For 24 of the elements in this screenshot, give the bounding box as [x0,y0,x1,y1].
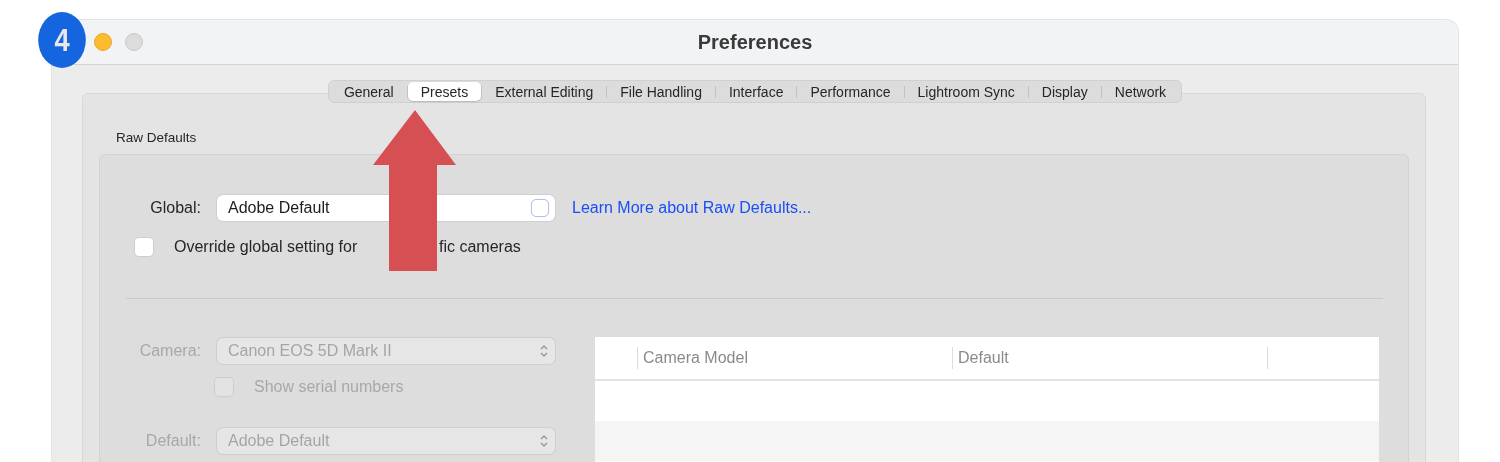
checkbox[interactable] [135,238,153,256]
window-title: Preferences [697,30,813,53]
chevron-updown-icon [539,344,549,358]
column-header[interactable]: Default [952,347,1267,369]
checkbox-label: Override global setting for [174,238,358,256]
tab[interactable]: External Editing [482,82,607,101]
tab[interactable]: Lightroom Sync [904,82,1028,101]
zoom-icon[interactable] [125,33,143,51]
tab[interactable]: Presets [407,82,482,101]
section-title: Raw Defaults [116,130,198,145]
tab[interactable]: File Handling [607,82,715,101]
learn-more-link[interactable]: Learn More about Raw Defaults... [572,199,812,217]
tab[interactable]: Display [1028,82,1101,101]
column-header[interactable]: Camera Model [637,347,952,369]
tab[interactable]: Performance [797,82,904,101]
step-number-badge: 4 [38,12,86,68]
tab[interactable]: Network [1101,82,1180,101]
popup-button-icon [531,199,549,217]
field-label: Global: [149,199,201,217]
tab[interactable]: General [330,82,407,101]
checkbox-label: fic cameras [439,238,521,256]
chevron-updown-icon [539,434,549,448]
tab[interactable]: Interface [715,82,797,101]
minimize-icon[interactable] [94,33,112,51]
